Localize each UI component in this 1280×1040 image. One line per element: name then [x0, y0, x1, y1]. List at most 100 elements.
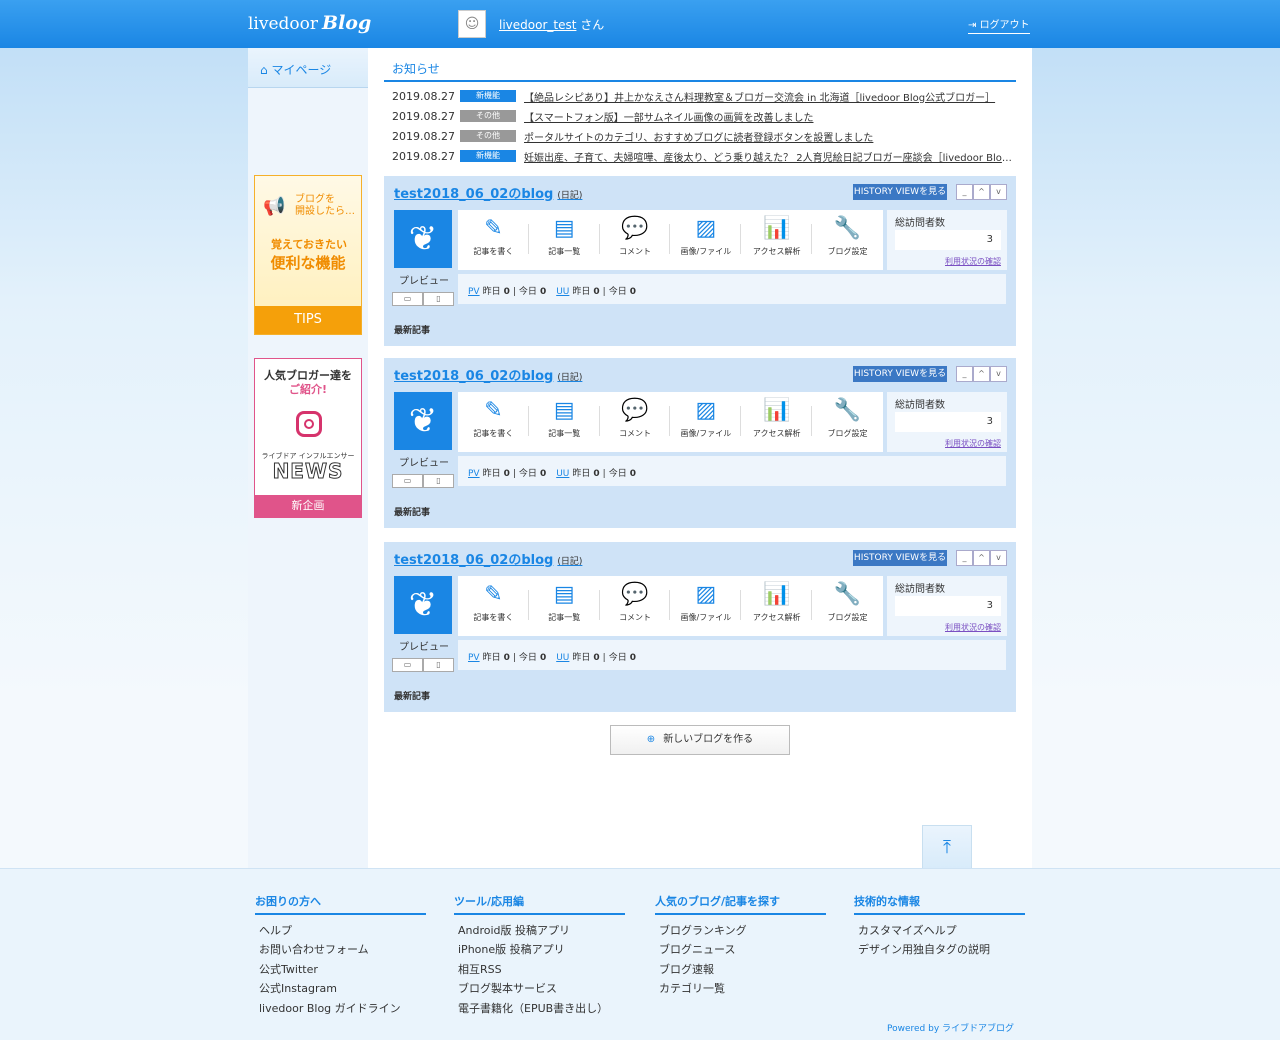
- tool-pencil[interactable]: ✎ 記事を書く: [458, 210, 529, 270]
- tool-image[interactable]: ▨ 画像/ファイル: [670, 576, 742, 636]
- minimize-button[interactable]: _: [956, 366, 973, 382]
- footer-link[interactable]: デザイン用独自タグの説明: [854, 940, 1025, 959]
- tips-button[interactable]: TIPS: [255, 306, 361, 334]
- footer-link[interactable]: Android版 投稿アプリ: [454, 921, 625, 940]
- history-view-button[interactable]: HISTORY VIEWを見る: [853, 184, 947, 200]
- powered-by[interactable]: Powered by ライブドアブログ: [887, 1021, 1014, 1034]
- footer-link[interactable]: 相互RSS: [454, 960, 625, 979]
- news-banner[interactable]: 人気ブロガー達を ご紹介! ライブドア インフルエンサー NEWS 新企画: [254, 358, 362, 518]
- blog-title-link[interactable]: test2018_06_02のblog (日記): [394, 183, 582, 202]
- footer-link[interactable]: ブログランキング: [655, 921, 826, 940]
- minimize-button[interactable]: _: [956, 550, 973, 566]
- tool-image[interactable]: ▨ 画像/ファイル: [670, 392, 742, 452]
- move-down-button[interactable]: v: [990, 550, 1007, 566]
- footer-link[interactable]: ブログ速報: [655, 960, 826, 979]
- uu-link[interactable]: UU: [556, 653, 569, 663]
- footer-link[interactable]: 公式Twitter: [255, 960, 426, 979]
- footer-link[interactable]: ブログニュース: [655, 940, 826, 959]
- logout-button[interactable]: ⇥ ログアウト: [968, 16, 1030, 34]
- pv-link[interactable]: PV: [468, 287, 480, 297]
- blog-title[interactable]: test2018_06_02のblog: [394, 187, 553, 202]
- footer-link[interactable]: カテゴリ一覧: [655, 979, 826, 998]
- tips-banner[interactable]: 📢 ブログを 開設したら… 覚えておきたい 便利な機能 TIPS: [254, 175, 362, 335]
- pc-preview-icon[interactable]: ▭: [392, 658, 423, 672]
- move-down-button[interactable]: v: [990, 366, 1007, 382]
- footer-link[interactable]: カスタマイズヘルプ: [854, 921, 1025, 940]
- footer-link[interactable]: 電子書籍化（EPUB書き出し）: [454, 999, 625, 1018]
- sidebar-item-mypage[interactable]: ⌂ マイページ: [248, 48, 368, 88]
- footer-link[interactable]: 公式Instagram: [255, 979, 426, 998]
- blog-tools: ✎ 記事を書く ▤ 記事一覧 💬 コメント ▨ 画像/ファイル 📊 アクセス解析 🔧 ブログ設定: [458, 576, 883, 636]
- username-link[interactable]: livedoor_test: [499, 18, 576, 32]
- notice-link[interactable]: ポータルサイトのカテゴリ、おすすめブログに読者登録ボタンを設置しました: [524, 129, 1012, 144]
- visitor-box: 総訪問者数 3 利用状況の確認: [887, 210, 1007, 270]
- usage-link[interactable]: 利用状況の確認: [945, 622, 1001, 633]
- smartphone-preview-icon[interactable]: ▯: [423, 658, 454, 672]
- move-up-button[interactable]: ^: [973, 366, 990, 382]
- footer-link[interactable]: お問い合わせフォーム: [255, 940, 426, 959]
- tool-wrench[interactable]: 🔧 ブログ設定: [812, 210, 883, 270]
- user-name[interactable]: livedoor_test さん: [499, 16, 604, 33]
- tool-comment[interactable]: 💬 コメント: [600, 210, 671, 270]
- pc-preview-icon[interactable]: ▭: [392, 474, 423, 488]
- notice-date: 2019.08.27: [392, 89, 455, 103]
- tool-label: 画像/ファイル: [680, 247, 732, 256]
- minimize-button[interactable]: _: [956, 184, 973, 200]
- history-view-button[interactable]: HISTORY VIEWを見る: [853, 550, 947, 566]
- tool-document-list[interactable]: ▤ 記事一覧: [529, 210, 600, 270]
- footer-link[interactable]: ブログ製本サービス: [454, 979, 625, 998]
- notice-date: 2019.08.27: [392, 129, 455, 143]
- blog-title[interactable]: test2018_06_02のblog: [394, 553, 553, 568]
- smartphone-preview-icon[interactable]: ▯: [423, 292, 454, 306]
- footer-link[interactable]: ヘルプ: [255, 921, 426, 940]
- tool-document-list[interactable]: ▤ 記事一覧: [529, 576, 600, 636]
- tool-comment[interactable]: 💬 コメント: [600, 392, 671, 452]
- tool-wrench[interactable]: 🔧 ブログ設定: [812, 576, 883, 636]
- tool-label: アクセス解析: [752, 429, 801, 438]
- livedoor-blog-logo[interactable]: livedoor Blog: [248, 12, 371, 34]
- tool-document-list[interactable]: ▤ 記事一覧: [529, 392, 600, 452]
- move-down-button[interactable]: v: [990, 184, 1007, 200]
- tool-chart[interactable]: 📊 アクセス解析: [741, 576, 812, 636]
- tool-label: アクセス解析: [752, 247, 801, 256]
- news-button[interactable]: 新企画: [255, 495, 361, 517]
- tool-label: ブログ設定: [827, 613, 868, 622]
- pc-preview-icon[interactable]: ▭: [392, 292, 423, 306]
- visitors-count: 3: [895, 230, 1001, 250]
- history-view-button[interactable]: HISTORY VIEWを見る: [853, 366, 947, 382]
- blog-title-link[interactable]: test2018_06_02のblog (日記): [394, 549, 582, 568]
- tool-wrench[interactable]: 🔧 ブログ設定: [812, 392, 883, 452]
- blog-title[interactable]: test2018_06_02のblog: [394, 369, 553, 384]
- pv-link[interactable]: PV: [468, 653, 480, 663]
- move-up-button[interactable]: ^: [973, 550, 990, 566]
- footer-link[interactable]: livedoor Blog ガイドライン: [255, 999, 426, 1018]
- notice-link[interactable]: 妊娠出産、子育て、夫婦喧嘩、産後太り、どう乗り越えた？ 2人育児絵日記ブロガー座…: [524, 149, 1012, 164]
- usage-link[interactable]: 利用状況の確認: [945, 438, 1001, 449]
- uu-yesterday: 0: [593, 653, 600, 663]
- new-blog-button[interactable]: ⊕ 新しいブログを作る: [610, 725, 790, 755]
- tool-pencil[interactable]: ✎ 記事を書く: [458, 576, 529, 636]
- tool-pencil[interactable]: ✎ 記事を書く: [458, 392, 529, 452]
- smartphone-preview-icon[interactable]: ▯: [423, 474, 454, 488]
- blog-title-link[interactable]: test2018_06_02のblog (日記): [394, 365, 582, 384]
- usage-link[interactable]: 利用状況の確認: [945, 256, 1001, 267]
- notice-link[interactable]: 【絶品レシピあり】井上かなえさん料理教室＆ブロガー交流会 in 北海道［live…: [524, 89, 1012, 104]
- uu-link[interactable]: UU: [556, 469, 569, 479]
- notice-link[interactable]: 【スマートフォン版】一部サムネイル画像の画質を改善しました: [524, 109, 1012, 124]
- tool-image[interactable]: ▨ 画像/ファイル: [670, 210, 742, 270]
- tool-chart[interactable]: 📊 アクセス解析: [741, 392, 812, 452]
- blog-preview-icon[interactable]: ❦: [394, 576, 452, 634]
- move-up-button[interactable]: ^: [973, 184, 990, 200]
- blog-preview-icon[interactable]: ❦: [394, 392, 452, 450]
- tool-comment[interactable]: 💬 コメント: [600, 576, 671, 636]
- user-avatar-icon[interactable]: ☺: [458, 10, 486, 38]
- pv-link[interactable]: PV: [468, 469, 480, 479]
- blog-preview-icon[interactable]: ❦: [394, 210, 452, 268]
- back-to-top-button[interactable]: ⤒: [922, 825, 972, 869]
- preview-label[interactable]: プレビュー: [394, 272, 454, 287]
- uu-link[interactable]: UU: [556, 287, 569, 297]
- preview-label[interactable]: プレビュー: [394, 454, 454, 469]
- preview-label[interactable]: プレビュー: [394, 638, 454, 653]
- tool-chart[interactable]: 📊 アクセス解析: [741, 210, 812, 270]
- footer-link[interactable]: iPhone版 投稿アプリ: [454, 940, 625, 959]
